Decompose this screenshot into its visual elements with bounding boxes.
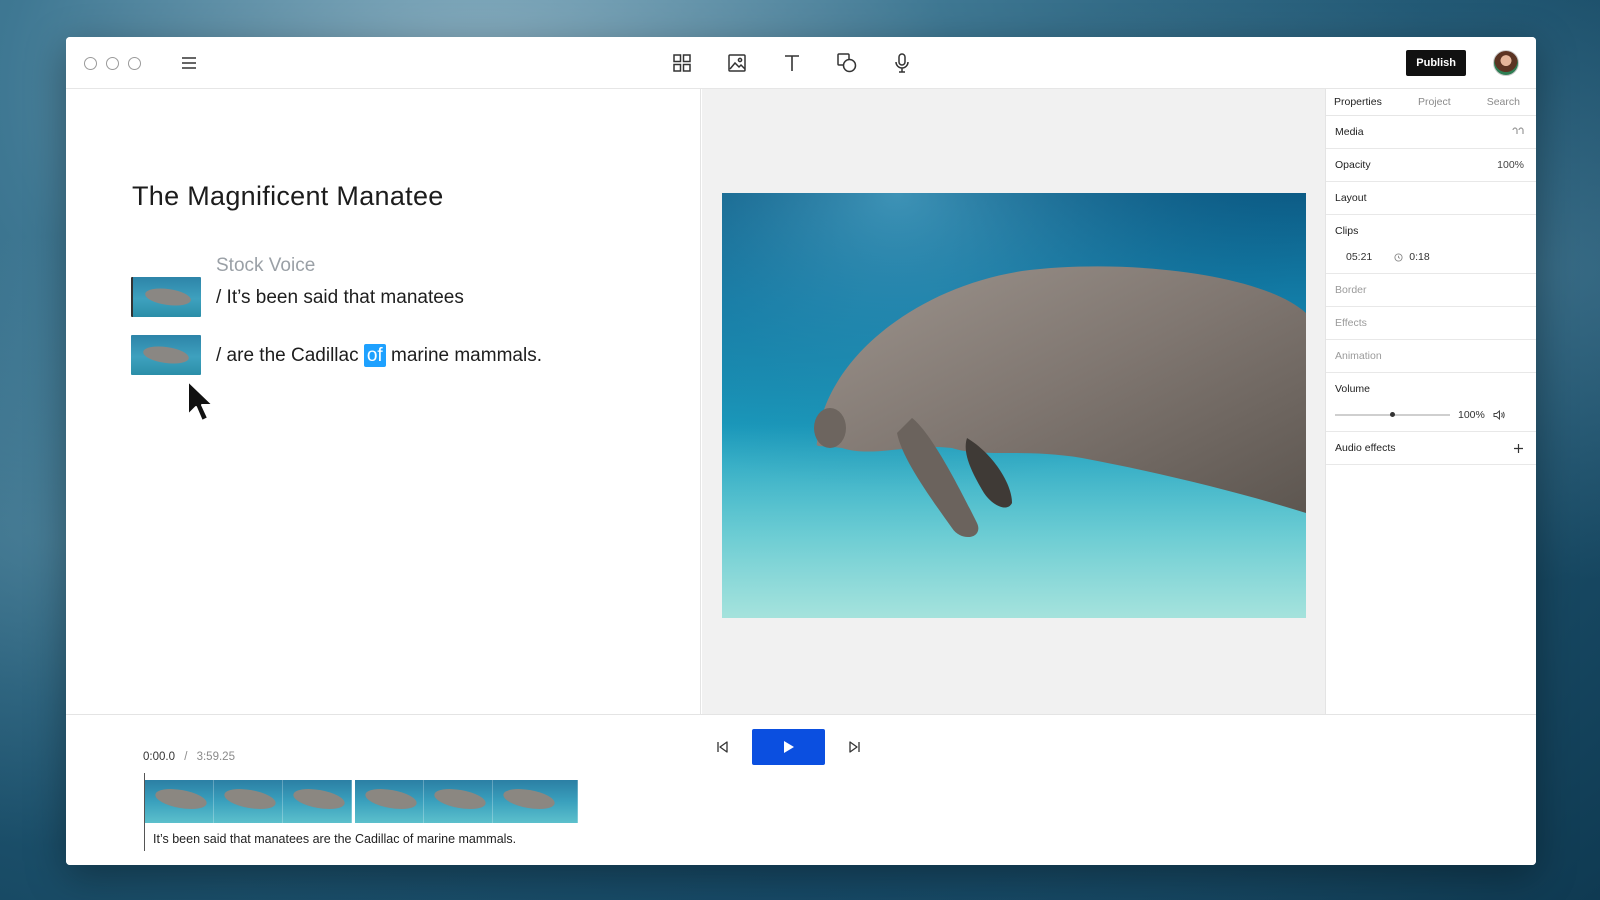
microphone-icon[interactable] [886,49,918,77]
skip-back-icon[interactable] [710,735,734,759]
clip-duration[interactable]: 0:18 [1409,251,1429,263]
publish-button[interactable]: Publish [1406,50,1466,76]
animation-row[interactable]: Animation [1326,340,1536,373]
document-title[interactable]: The Magnificent Manatee [132,181,444,212]
highlighted-word[interactable]: of [363,344,386,367]
close-window-button[interactable] [84,57,97,70]
clips-label: Clips [1335,225,1359,237]
audio-effects-label: Audio effects [1335,442,1396,454]
opacity-value[interactable]: 100% [1497,159,1524,171]
time-separator: / [184,751,188,763]
speaker-icon[interactable] [1493,410,1505,420]
tab-project[interactable]: Project [1418,96,1451,108]
clip-timing: 05:21 0:18 [1335,251,1524,263]
clip-frame [145,780,214,823]
image-icon[interactable] [721,49,753,77]
timeline-clip-1[interactable] [145,780,352,823]
play-icon [783,741,794,753]
clip-track [145,780,578,823]
clips-row: Clips 05:21 0:18 [1326,215,1536,274]
script-line-2-start: / are the Cadillac [216,345,364,366]
tab-search[interactable]: Search [1487,96,1520,108]
layout-row[interactable]: Layout [1326,182,1536,215]
skip-forward-icon[interactable] [843,735,867,759]
clip-frame [493,780,578,823]
text-icon[interactable] [776,49,808,77]
volume-controls: 100% [1335,409,1524,421]
script-line-1[interactable]: / It’s been said that manatees [216,287,464,309]
time-readout: 0:00.0 / 3:59.25 [143,751,235,763]
volume-slider-handle[interactable] [1390,412,1395,417]
clip-frame [214,780,283,823]
clip-start-time[interactable]: 05:21 [1346,251,1372,263]
hamburger-menu-icon[interactable] [178,53,200,73]
clip-frame [283,780,352,823]
volume-label: Volume [1335,383,1371,395]
effects-label: Effects [1335,317,1367,329]
link-icon[interactable] [1512,127,1524,137]
layout-label: Layout [1335,192,1367,204]
script-line-2[interactable]: / are the Cadillac of marine mammals. [216,344,542,367]
maximize-window-button[interactable] [128,57,141,70]
audio-effects-row[interactable]: Audio effects [1326,432,1536,465]
border-label: Border [1335,284,1367,296]
scene-thumbnail-2[interactable] [131,335,201,375]
clip-frame [355,780,424,823]
shapes-icon[interactable] [831,49,863,77]
top-toolbar: Publish [66,37,1536,89]
scene-thumbnail-1[interactable] [131,277,201,317]
media-row[interactable]: Media [1326,116,1536,149]
script-line-2-end: marine mammals. [385,345,542,366]
clip-frame [424,780,493,823]
manatee-video-frame[interactable] [722,193,1306,618]
volume-slider[interactable] [1335,412,1450,417]
script-editor: The Magnificent Manatee Stock Voice / It… [66,89,701,714]
user-avatar[interactable] [1493,50,1519,76]
tab-properties[interactable]: Properties [1334,96,1382,108]
timeline-panel: 0:00.0 / 3:59.25 It’s been said that man… [66,714,1536,865]
window-controls [84,57,141,70]
transport-controls [710,729,867,765]
animation-label: Animation [1335,350,1382,362]
border-row[interactable]: Border [1326,274,1536,307]
voice-label[interactable]: Stock Voice [216,255,315,277]
media-label: Media [1335,126,1364,138]
clock-icon [1394,252,1403,262]
add-icon[interactable] [1513,443,1524,454]
volume-row: Volume 100% [1326,373,1536,432]
effects-row[interactable]: Effects [1326,307,1536,340]
video-preview [702,89,1325,714]
insert-tools [666,49,918,77]
current-time: 0:00.0 [143,751,175,763]
mouse-pointer-icon [186,379,216,430]
grid-icon[interactable] [666,49,698,77]
opacity-label: Opacity [1335,159,1371,171]
minimize-window-button[interactable] [106,57,119,70]
volume-value: 100% [1458,409,1485,421]
timeline-caption[interactable]: It’s been said that manatees are the Cad… [153,832,516,846]
opacity-row[interactable]: Opacity 100% [1326,149,1536,182]
properties-panel: Properties Project Search Media Opacity … [1325,89,1536,714]
timeline-clip-2[interactable] [355,780,578,823]
panel-tabs: Properties Project Search [1326,89,1536,116]
total-time: 3:59.25 [196,751,235,763]
app-window: Publish The Magnificent Manatee Stock Vo… [66,37,1536,865]
play-button[interactable] [752,729,825,765]
